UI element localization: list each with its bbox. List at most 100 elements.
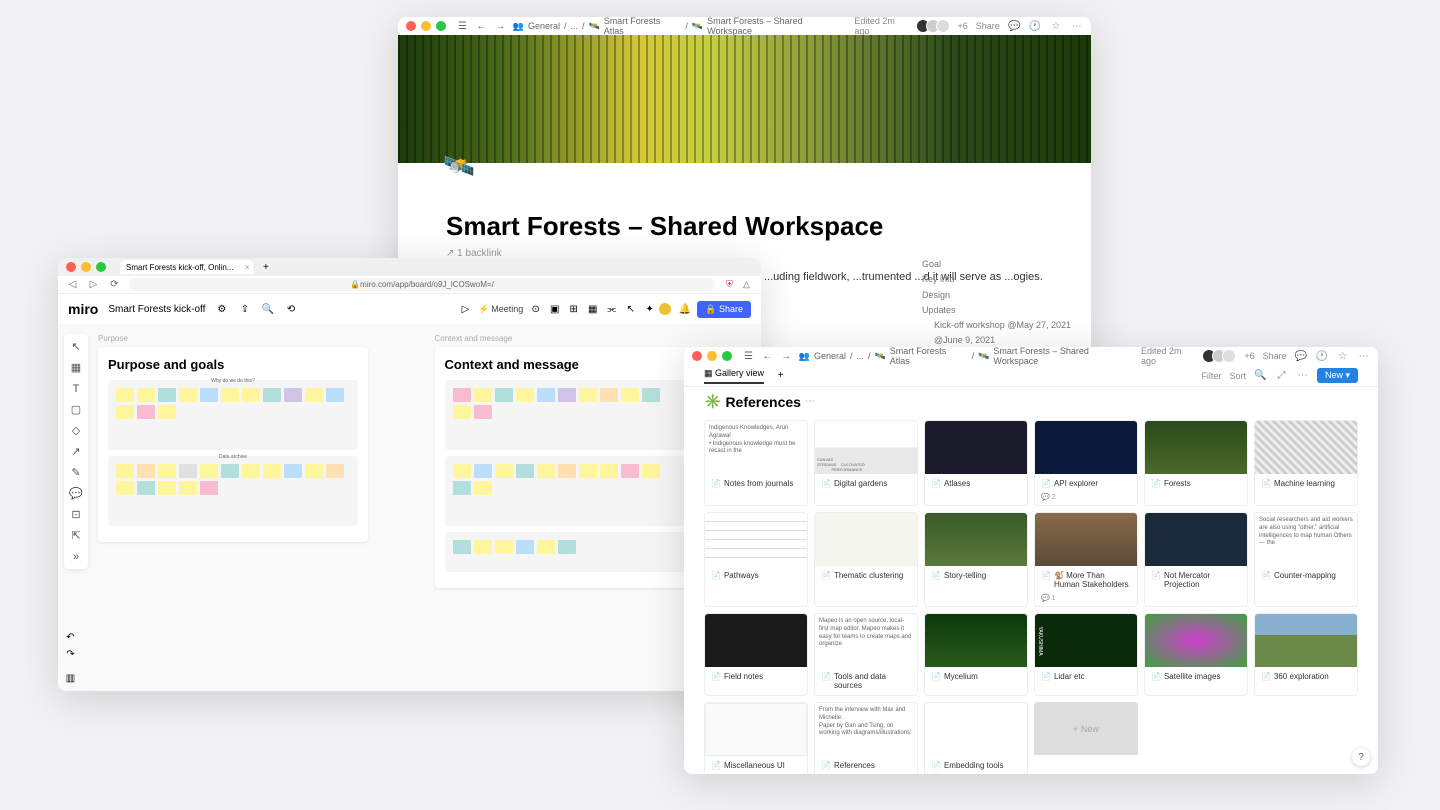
shape-tool-icon[interactable]: ◇ <box>70 424 83 437</box>
comments-icon[interactable]: 💬 <box>1008 20 1021 33</box>
reload-icon[interactable]: ⟳ <box>108 278 121 291</box>
undo-icon[interactable]: ↶ <box>64 631 77 644</box>
comment-tool-icon[interactable]: 💬 <box>70 487 83 500</box>
miro-panel-purpose[interactable]: Purpose Purpose and goals Why do we do t… <box>98 334 405 681</box>
notifications-icon[interactable]: 🔔 <box>678 303 691 316</box>
more-icon[interactable]: ⋯ <box>1070 20 1083 33</box>
database-title[interactable]: ✳️ References ⋯ <box>684 387 1378 416</box>
history-icon[interactable]: ⟲ <box>284 303 297 316</box>
updates-icon[interactable]: 🕐 <box>1029 20 1042 33</box>
reference-card[interactable]: API explorer💬 2 <box>1034 420 1138 506</box>
traffic-lights[interactable] <box>692 351 732 361</box>
add-view-icon[interactable]: + <box>774 369 787 382</box>
sort-button[interactable]: Sort <box>1229 371 1246 381</box>
favorite-icon[interactable]: ☆ <box>1336 350 1349 363</box>
board-name[interactable]: Smart Forests kick-off <box>108 304 205 315</box>
forward-icon[interactable]: ▷ <box>87 278 100 291</box>
shield-icon[interactable]: ⛨ <box>723 278 736 291</box>
settings-icon[interactable]: ⚙ <box>215 303 228 316</box>
reference-card[interactable]: Field notes <box>704 613 808 696</box>
upload-tool-icon[interactable]: ⇱ <box>70 529 83 542</box>
favorite-icon[interactable]: ☆ <box>1049 20 1062 33</box>
more-members[interactable]: +6 <box>958 21 968 31</box>
pen-tool-icon[interactable]: ✎ <box>70 466 83 479</box>
reference-card[interactable]: Atlases <box>924 420 1028 506</box>
filter-button[interactable]: Filter <box>1201 371 1221 381</box>
text-tool-icon[interactable]: T <box>70 382 83 395</box>
apps-icon[interactable]: ▦ <box>586 303 599 316</box>
traffic-lights[interactable] <box>66 262 106 272</box>
page-title[interactable]: Smart Forests – Shared Workspace <box>446 211 1043 242</box>
presence-avatars[interactable] <box>920 19 950 33</box>
reference-card[interactable]: Satellite images <box>1144 613 1248 696</box>
reference-card[interactable]: Thematic clustering <box>814 512 918 607</box>
sidebar-toggle-icon[interactable]: ☰ <box>742 350 755 363</box>
help-button[interactable]: ? <box>1352 748 1370 766</box>
comments-icon[interactable]: 💬 <box>1295 350 1308 363</box>
sidebar-toggle-icon[interactable]: ☰ <box>456 20 469 33</box>
redo-icon[interactable]: ↷ <box>64 648 77 661</box>
connect-tool-icon[interactable]: ↗ <box>70 445 83 458</box>
share-button[interactable]: Share <box>1263 351 1287 361</box>
present-icon[interactable]: ▣ <box>548 303 561 316</box>
reference-card[interactable]: Forests <box>1144 420 1248 506</box>
new-tab-icon[interactable]: + <box>259 261 272 274</box>
reference-card[interactable]: 360 exploration <box>1254 613 1358 696</box>
extension-icon[interactable]: △ <box>740 278 753 291</box>
reference-card[interactable]: 🐒 More Than Human Stakeholders💬 1 <box>1034 512 1138 607</box>
search-icon[interactable]: 🔍 <box>1254 369 1267 382</box>
back-icon[interactable]: ← <box>761 350 774 363</box>
frame-tool-icon[interactable]: ⊡ <box>70 508 83 521</box>
back-icon[interactable]: ← <box>475 20 488 33</box>
reference-card[interactable]: From the interview with Max and Michelle… <box>814 702 918 774</box>
frame-icon[interactable]: ⊞ <box>567 303 580 316</box>
reference-card[interactable]: Indigenous Knowledges, Arun Agrawal• Ind… <box>704 420 808 506</box>
reference-card[interactable]: Lidar etc <box>1034 613 1138 696</box>
browser-tab[interactable]: Smart Forests kick-off, Onlin... <box>120 260 253 274</box>
presence-avatars[interactable] <box>1206 349 1236 363</box>
reference-card[interactable]: Not Mercator Projection <box>1144 512 1248 607</box>
cover-image[interactable]: 🛰️ <box>398 35 1091 163</box>
new-button[interactable]: New ▾ <box>1317 368 1358 383</box>
share-button[interactable]: Share <box>976 21 1000 31</box>
expand-icon[interactable]: ⤢ <box>1275 369 1288 382</box>
reference-card[interactable]: Mapeo is an open source, local-first map… <box>814 613 918 696</box>
play-icon[interactable]: ▷ <box>459 303 472 316</box>
reference-card[interactable]: Pathways <box>704 512 808 607</box>
reference-card[interactable]: Digital gardens <box>814 420 918 506</box>
share-button[interactable]: 🔒 Share <box>697 301 751 318</box>
forward-icon[interactable]: → <box>494 20 507 33</box>
meeting-button[interactable]: ⚡Meeting <box>478 304 523 315</box>
reference-card[interactable]: + New <box>1034 702 1138 774</box>
reference-card[interactable]: Social researchers and aid workers are a… <box>1254 512 1358 607</box>
breadcrumb[interactable]: 👥General/ .../ 🛰️Smart Forests Atlas/ 🛰️… <box>799 347 1135 366</box>
timer-icon[interactable]: ⊙ <box>529 303 542 316</box>
export-icon[interactable]: ⇪ <box>238 303 251 316</box>
select-tool-icon[interactable]: ↖ <box>70 340 83 353</box>
user-avatar[interactable] <box>658 302 672 316</box>
minimap-icon[interactable]: ▥ <box>64 672 77 685</box>
page-icon[interactable]: 🛰️ <box>443 151 478 181</box>
more-members[interactable]: +6 <box>1244 351 1254 361</box>
reference-card[interactable]: Machine learning <box>1254 420 1358 506</box>
templates-icon[interactable]: ▦ <box>70 361 83 374</box>
url-field[interactable]: 🔒 miro.com/app/board/o9J_lCOSwoM=/ <box>129 278 715 291</box>
search-icon[interactable]: 🔍 <box>261 303 274 316</box>
reference-card[interactable]: Mycelium <box>924 613 1028 696</box>
link-icon[interactable]: ⫘ <box>605 303 618 316</box>
reference-card[interactable]: Embedding tools <box>924 702 1028 774</box>
miro-logo[interactable]: miro <box>68 301 98 317</box>
breadcrumb[interactable]: 👥General/ .../ 🛰️Smart Forests Atlas/ 🛰️… <box>513 17 849 36</box>
sticky-tool-icon[interactable]: ▢ <box>70 403 83 416</box>
gallery-view-tab[interactable]: ▦ Gallery view <box>704 368 764 384</box>
reference-card[interactable]: Story-telling <box>924 512 1028 607</box>
more-tools-icon[interactable]: » <box>70 550 83 563</box>
reference-card[interactable]: Miscellaneous UI <box>704 702 808 774</box>
more-icon[interactable]: ⋯ <box>1357 350 1370 363</box>
reactions-icon[interactable]: ✦ <box>643 303 656 316</box>
cursor-icon[interactable]: ↖ <box>624 303 637 316</box>
forward-icon[interactable]: → <box>780 350 793 363</box>
traffic-lights[interactable] <box>406 21 446 31</box>
updates-icon[interactable]: 🕐 <box>1315 350 1328 363</box>
miro-canvas[interactable]: ↖ ▦ T ▢ ◇ ↗ ✎ 💬 ⊡ ⇱ » ↶ ↷ ▥ Purpose Purp… <box>58 324 761 691</box>
